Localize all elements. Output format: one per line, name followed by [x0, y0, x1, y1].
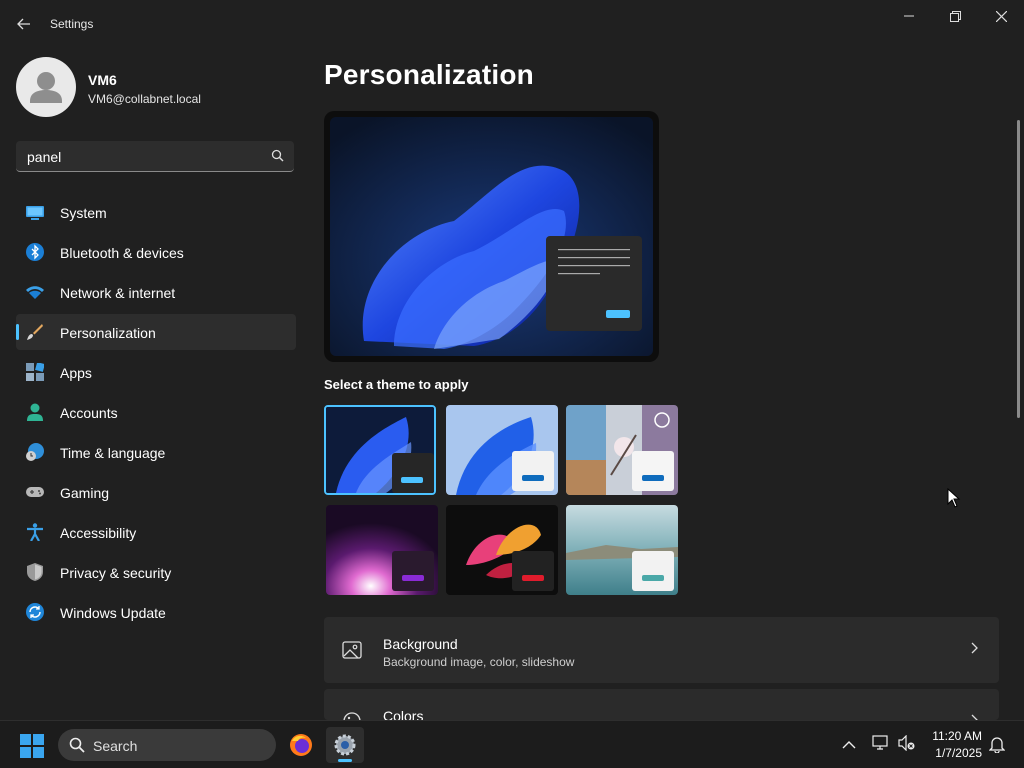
chevron-right-icon: [971, 713, 979, 720]
network-tray-button[interactable]: [872, 735, 890, 756]
window-title: Settings: [50, 17, 94, 31]
sidebar-item-label: Personalization: [60, 325, 156, 341]
title-bar: Settings: [0, 0, 1024, 46]
sidebar-item-label: Accessibility: [60, 525, 137, 541]
gamepad-icon: [26, 487, 44, 497]
settings-search-input[interactable]: panel: [16, 141, 294, 172]
sidebar-item-personalization[interactable]: Personalization: [16, 314, 296, 350]
sidebar-item-gaming[interactable]: Gaming: [16, 474, 296, 510]
theme-captured-motion[interactable]: [446, 505, 558, 595]
globe-clock-icon: [26, 443, 44, 461]
update-icon: [26, 603, 44, 621]
back-button[interactable]: [10, 10, 38, 38]
theme-preview: [324, 111, 659, 362]
sidebar-item-accessibility[interactable]: Accessibility: [16, 514, 296, 550]
sidebar-item-system[interactable]: System: [16, 194, 296, 230]
sidebar-item-label: Network & internet: [60, 285, 176, 301]
sidebar-item-accounts[interactable]: Accounts: [16, 394, 296, 430]
show-hidden-icons-button[interactable]: [842, 737, 856, 755]
shield-icon: [27, 563, 43, 581]
restore-button[interactable]: [932, 0, 978, 32]
search-value: panel: [27, 149, 62, 165]
sidebar-item-label: Time & language: [60, 445, 166, 461]
theme-flow[interactable]: [566, 505, 678, 595]
search-icon[interactable]: [271, 149, 284, 167]
minimize-button[interactable]: [886, 0, 932, 32]
arrow-left-icon: [17, 18, 30, 30]
sidebar-item-windows-update[interactable]: Windows Update: [16, 594, 296, 630]
taskbar-search-label: Search: [93, 738, 138, 754]
wifi-icon: [26, 286, 44, 299]
theme-glow[interactable]: [326, 505, 438, 595]
sidebar-item-apps[interactable]: Apps: [16, 354, 296, 390]
card-title: Background: [383, 636, 458, 652]
chevron-right-icon: [971, 641, 979, 657]
sidebar-nav: System Bluetooth & devices Network & int…: [16, 194, 296, 634]
card-description: Background image, color, slideshow: [383, 655, 575, 669]
accessibility-icon: [27, 523, 43, 541]
main-scrollbar[interactable]: [1017, 120, 1020, 418]
chevron-up-icon: [842, 741, 856, 749]
sidebar-item-network[interactable]: Network & internet: [16, 274, 296, 310]
themes-section-label: Select a theme to apply: [324, 377, 469, 392]
search-icon: [69, 737, 85, 753]
volume-tray-button[interactable]: [898, 734, 916, 756]
windows-logo-icon: [20, 734, 44, 758]
sidebar-item-label: Windows Update: [60, 605, 166, 621]
sidebar-item-label: Gaming: [60, 485, 110, 501]
firefox-icon: [290, 734, 312, 756]
taskbar-app-settings[interactable]: [326, 727, 364, 763]
card-title: Colors: [383, 708, 424, 720]
network-icon: [872, 735, 888, 750]
apps-icon: [26, 363, 44, 381]
close-icon: [995, 10, 1007, 22]
user-email: VM6@collabnet.local: [88, 92, 201, 106]
volume-muted-icon: [898, 734, 915, 752]
restore-icon: [949, 10, 961, 22]
theme-spotlight[interactable]: [566, 405, 678, 495]
monitor-icon: [26, 206, 44, 220]
user-name: VM6: [88, 72, 117, 88]
theme-grid: [324, 405, 680, 597]
gear-icon: [334, 734, 356, 756]
avatar[interactable]: [16, 57, 76, 117]
sidebar-item-label: Bluetooth & devices: [60, 245, 184, 261]
notifications-button[interactable]: [988, 735, 1006, 758]
brush-icon: [27, 324, 43, 340]
start-button[interactable]: [20, 734, 44, 763]
sidebar-item-bluetooth[interactable]: Bluetooth & devices: [16, 234, 296, 270]
taskbar: Search 11:20 AM 1/7/2025: [0, 720, 1024, 768]
palette-icon: [343, 712, 361, 720]
sidebar-item-time-language[interactable]: Time & language: [16, 434, 296, 470]
bell-icon: [988, 737, 1006, 754]
sidebar-item-privacy-security[interactable]: Privacy & security: [16, 554, 296, 590]
sidebar-item-label: Privacy & security: [60, 565, 172, 581]
active-indicator: [338, 759, 352, 762]
taskbar-search[interactable]: Search: [58, 729, 276, 761]
image-icon: [342, 641, 362, 659]
taskbar-time[interactable]: 11:20 AM: [928, 729, 982, 743]
taskbar-date[interactable]: 1/7/2025: [928, 746, 982, 760]
minimize-icon: [904, 15, 914, 17]
page-title: Personalization: [324, 59, 534, 90]
person-icon: [27, 403, 43, 421]
theme-windows-dark[interactable]: [324, 405, 436, 495]
sidebar-item-label: Apps: [60, 365, 92, 381]
sidebar-item-label: System: [60, 205, 107, 221]
colors-setting-card[interactable]: Colors: [324, 689, 999, 720]
mouse-cursor-icon: [947, 488, 961, 508]
bluetooth-icon: [26, 243, 44, 261]
theme-windows-light[interactable]: [446, 405, 558, 495]
background-setting-card[interactable]: Background Background image, color, slid…: [324, 617, 999, 683]
user-avatar-icon: [30, 72, 62, 103]
taskbar-app-firefox[interactable]: [282, 727, 320, 763]
close-button[interactable]: [978, 0, 1024, 32]
sidebar-item-label: Accounts: [60, 405, 118, 421]
wallpaper-preview-image: [330, 117, 653, 356]
